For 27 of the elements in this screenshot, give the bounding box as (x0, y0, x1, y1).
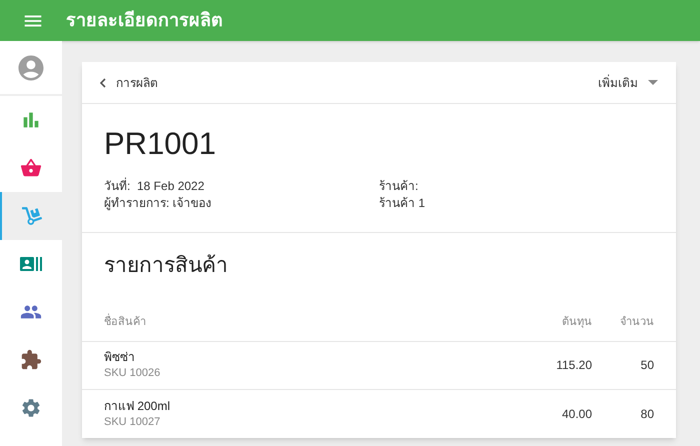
column-header: ต้นทุน (561, 314, 592, 330)
product-name: พิซซ่า (104, 349, 136, 365)
quantity-cell-text: 50 (640, 357, 654, 374)
product-name: กาแฟ 200ml (104, 398, 172, 414)
back-link[interactable]: การผลิต (100, 74, 158, 92)
app-title: รายละเอียดการผลิต (66, 9, 223, 32)
product-sku: SKU 10027 (104, 414, 162, 430)
puzzle-icon (20, 349, 42, 371)
info-text: ผู้ทำรายการ: เจ้าของ (104, 195, 213, 212)
section-title: รายการสินค้า (104, 254, 228, 277)
basket-icon (20, 157, 42, 179)
info-text: ร้านค้า 1 (379, 195, 426, 212)
column-header: ชื่อสินค้า (104, 314, 147, 330)
product-sku: SKU 10026 (104, 366, 162, 381)
caret-icon (648, 80, 658, 85)
info-text: วันที่: 18 Feb 2022 (104, 178, 206, 195)
cost-cell-text: 115.20 (555, 357, 592, 374)
info-text: ร้านค้า: (379, 178, 420, 195)
chevron-left-icon (100, 78, 106, 88)
settings-icon (20, 397, 42, 419)
quantity-cell-text: 80 (640, 406, 654, 422)
column-header: จำนวน (619, 314, 654, 330)
profile-avatar-icon (16, 52, 46, 82)
production-code: PR1001 (104, 125, 218, 163)
more-menu-button[interactable]: เพิ่มเติม (598, 74, 658, 92)
cost-cell-text: 40.00 (560, 406, 592, 422)
dolly-icon (22, 206, 42, 226)
